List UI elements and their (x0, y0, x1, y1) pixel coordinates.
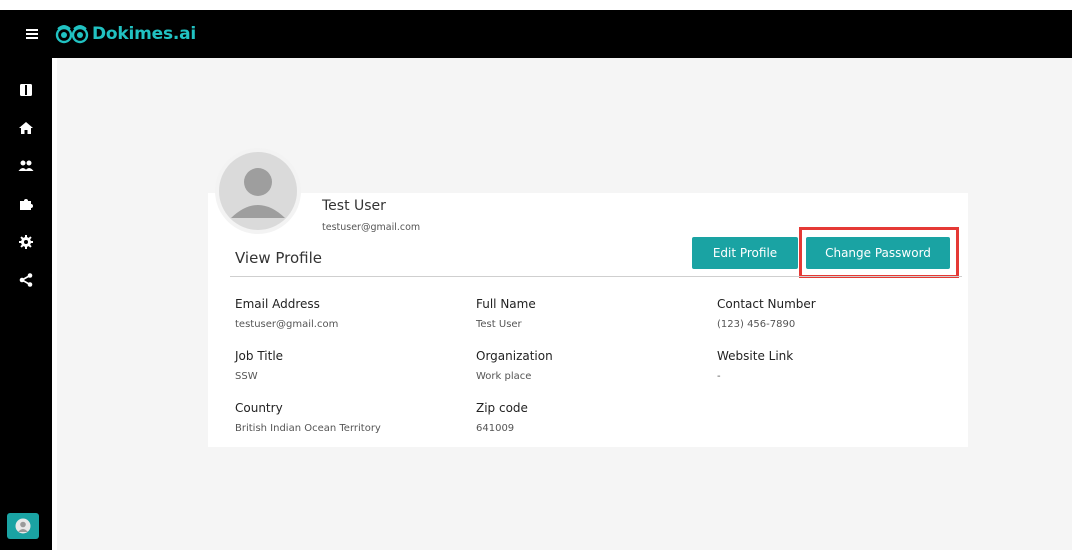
puzzle-icon[interactable] (18, 196, 34, 212)
brand-logo[interactable]: Dokimes.ai (54, 20, 196, 48)
account-avatar-button[interactable] (7, 513, 39, 539)
hamburger-menu-icon[interactable] (26, 29, 38, 39)
country-value: British Indian Ocean Territory (235, 423, 381, 434)
binoculars-logo-icon (55, 25, 89, 44)
zip-code-value: 641009 (476, 423, 515, 434)
country-label: Country (235, 401, 283, 415)
brand-name: Dokimes.ai (92, 24, 197, 44)
section-title: View Profile (235, 249, 323, 267)
full-name-label: Full Name (476, 297, 536, 311)
gear-icon[interactable] (18, 234, 34, 250)
profile-name: Test User (322, 198, 386, 214)
contact-number-value: (123) 456-7890 (717, 319, 796, 330)
zip-code-label: Zip code (476, 401, 528, 415)
job-title-label: Job Title (235, 349, 284, 363)
email-address-label: Email Address (235, 297, 320, 311)
user-icon (15, 518, 31, 534)
book-icon[interactable] (18, 82, 34, 98)
full-name-value: Test User (476, 319, 522, 330)
user-silhouette-icon (231, 168, 285, 218)
website-link-value: - (717, 371, 721, 382)
home-icon[interactable] (18, 120, 34, 136)
organization-label: Organization (476, 349, 553, 363)
edit-profile-button[interactable]: Edit Profile (692, 237, 798, 269)
sidebar (0, 58, 52, 550)
highlight-box (799, 227, 959, 278)
email-address-value: testuser@gmail.com (235, 319, 339, 330)
profile-avatar (215, 148, 301, 234)
contact-number-label: Contact Number (717, 297, 816, 311)
top-bar: Dokimes.ai (0, 10, 1072, 58)
share-icon[interactable] (18, 272, 34, 288)
job-title-value: SSW (235, 371, 258, 382)
organization-value: Work place (476, 371, 532, 382)
divider (230, 276, 962, 277)
users-icon[interactable] (18, 158, 34, 174)
website-link-label: Website Link (717, 349, 794, 363)
profile-email: testuser@gmail.com (322, 222, 421, 233)
